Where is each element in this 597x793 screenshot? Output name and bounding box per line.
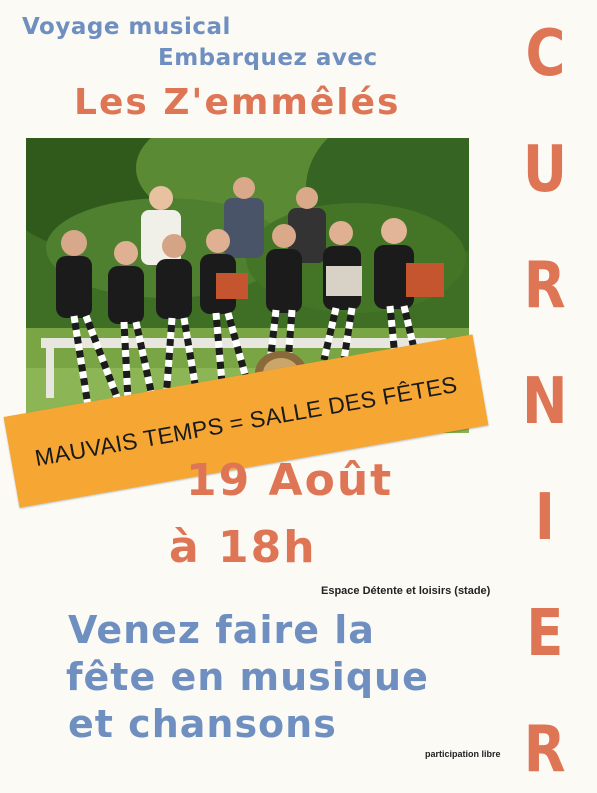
- band-name: Les Z'emmêlés: [74, 82, 401, 123]
- intro-line-2: Embarquez avec: [158, 45, 378, 71]
- village-name-letter: I: [534, 481, 556, 555]
- village-name-letter: R: [524, 249, 566, 323]
- village-name-letter: R: [524, 713, 566, 787]
- price-note: participation libre: [425, 749, 501, 759]
- invitation-line-2: fête en musique: [66, 655, 429, 699]
- invitation-line-1: Venez faire la: [68, 608, 375, 652]
- village-name-letter: U: [522, 133, 568, 207]
- event-time: à 18h: [169, 522, 317, 573]
- event-venue: Espace Détente et loisirs (stade): [321, 585, 491, 597]
- invitation-line-3: et chansons: [68, 702, 337, 746]
- village-name-vertical: CURNIER: [500, 22, 590, 782]
- event-date: 19 Août: [186, 455, 394, 506]
- intro-line-1: Voyage musical: [22, 14, 231, 40]
- village-name-letter: C: [525, 17, 565, 91]
- village-name-letter: N: [522, 365, 568, 439]
- concert-poster: Voyage musical Embarquez avec Les Z'emmê…: [0, 0, 597, 793]
- village-name-letter: E: [526, 597, 564, 671]
